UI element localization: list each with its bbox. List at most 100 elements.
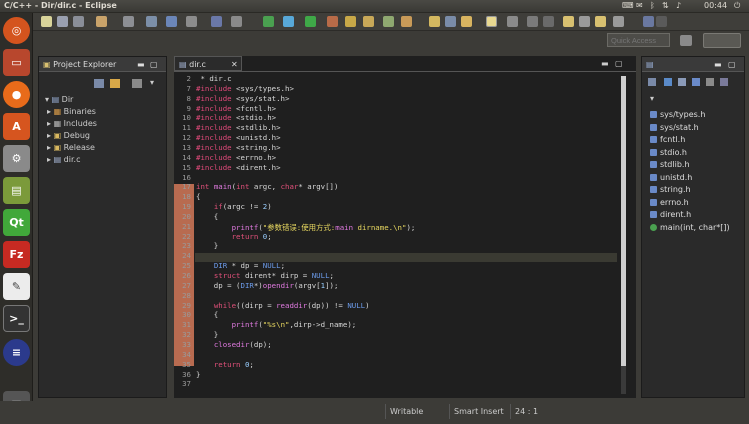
cpp-perspective-button[interactable] [703, 33, 741, 48]
hide-static-icon[interactable] [678, 78, 686, 86]
tree-item-debug[interactable]: ▸ ▣ Debug [47, 131, 90, 140]
code-line[interactable]: #include <fcntl.h> [196, 104, 276, 114]
hide-macros-icon[interactable] [720, 78, 728, 86]
code-line[interactable]: { [196, 212, 218, 222]
quick-access-input[interactable] [607, 33, 670, 47]
code-area[interactable]: 2 * dir.c 7 #include <sys/types.h> 8 #includ… [174, 74, 619, 394]
tree-item-dir-c[interactable]: ▸ ▤ dir.c [47, 155, 80, 164]
outline-item[interactable]: fcntl.h [660, 135, 685, 144]
book-icon[interactable]: ▤ [3, 177, 30, 204]
tree-root[interactable]: ▾ ▤ Dir [45, 95, 73, 104]
link-editor-icon[interactable] [110, 79, 120, 88]
terminal-tool-icon[interactable] [231, 16, 242, 27]
navigate-icon[interactable] [166, 16, 177, 27]
run-icon[interactable] [305, 16, 316, 27]
new-class-icon[interactable] [345, 16, 356, 27]
maximize-icon[interactable]: ▢ [615, 59, 623, 68]
coverage-icon[interactable] [263, 16, 274, 27]
save-all-icon[interactable] [73, 16, 84, 27]
scrollbar-thumb[interactable] [621, 76, 626, 366]
keyboard-icon[interactable]: ⌨ [622, 1, 634, 10]
forward-icon[interactable] [595, 16, 606, 27]
search-files-icon[interactable] [445, 16, 456, 27]
brush-icon[interactable] [461, 16, 472, 27]
new-folder-icon[interactable] [363, 16, 374, 27]
code-line[interactable]: printf("%s\n",dirp->d_name); [196, 320, 357, 330]
software-center-icon[interactable]: A [3, 113, 30, 140]
bluetooth-icon[interactable]: ᛒ [650, 1, 655, 10]
code-line[interactable]: while((dirp = readdir(dp)) != NULL) [196, 301, 370, 311]
view-menu-icon[interactable] [132, 79, 142, 88]
outline-item[interactable]: unistd.h [660, 173, 692, 182]
hide-includes-icon[interactable] [706, 78, 714, 86]
new-icon[interactable] [41, 16, 52, 27]
open-folder-icon[interactable] [401, 16, 412, 27]
save-icon[interactable] [57, 16, 68, 27]
mail-icon[interactable]: ✉ [636, 1, 643, 10]
outline-item[interactable]: stdlib.h [660, 160, 690, 169]
terminal-icon[interactable]: >_ [3, 305, 30, 332]
sort-icon[interactable] [648, 78, 656, 86]
outline-item[interactable]: dirent.h [660, 210, 691, 219]
code-line[interactable]: dp = (DIR*)opendir(argv[1]); [196, 281, 339, 291]
outline-item[interactable]: sys/types.h [660, 110, 705, 119]
chevron-down-icon[interactable]: ▾ [150, 78, 154, 87]
back-dropdown-icon[interactable] [579, 16, 590, 27]
eclipse-icon[interactable]: ≡ [3, 339, 30, 366]
external-tools-icon[interactable] [327, 16, 338, 27]
outline-item[interactable]: stdio.h [660, 148, 687, 157]
search-icon[interactable] [146, 16, 157, 27]
code-line[interactable]: #include <unistd.h> [196, 133, 281, 143]
qt-icon[interactable]: Qt [3, 209, 30, 236]
code-line[interactable]: if(argc != 2) [196, 202, 272, 212]
files-icon[interactable]: ▭ [3, 49, 30, 76]
code-line[interactable]: int main(int argc, char* argv[]) [196, 182, 338, 192]
tree-item-includes[interactable]: ▸ ▦ Includes [47, 119, 97, 128]
open-type-icon[interactable] [186, 16, 197, 27]
code-editor[interactable]: ▤ dir.c ✕ ▬ ▢ 2 * dir.c 7 #include <sys/ty… [174, 56, 636, 398]
highlight-icon[interactable] [486, 16, 497, 27]
code-line[interactable]: DIR * dp = NULL; [196, 261, 285, 271]
new-source-icon[interactable] [383, 16, 394, 27]
code-line[interactable]: printf("参数错误:使用方式:main dirname.\n"); [196, 222, 416, 232]
clock[interactable]: 00:44 [704, 1, 727, 10]
power-icon[interactable]: ⏻ [734, 1, 740, 11]
forward-dropdown-icon[interactable] [613, 16, 624, 27]
code-line[interactable]: return 0; [196, 360, 254, 370]
network-icon[interactable]: ⇅ [662, 1, 669, 10]
volume-icon[interactable]: ♪ [676, 1, 681, 10]
code-line[interactable]: #include <dirent.h> [196, 163, 281, 173]
outline-tab[interactable]: ▤ ▬ ▢ [642, 57, 744, 72]
code-line[interactable]: #include <errno.h> [196, 153, 276, 163]
toolbar-chevron-icon[interactable] [656, 16, 667, 27]
text-editor-icon[interactable]: ✎ [3, 273, 30, 300]
code-line[interactable]: #include <stdlib.h> [196, 123, 281, 133]
dash-icon[interactable]: ◎ [3, 17, 30, 44]
close-icon[interactable]: ✕ [231, 60, 238, 69]
maximize-icon[interactable]: ▢ [150, 60, 158, 69]
outline-item[interactable]: string.h [660, 185, 691, 194]
filezilla-icon[interactable]: Fz [3, 241, 30, 268]
chevron-down-icon[interactable]: ▾ [650, 94, 654, 103]
outline-item[interactable]: main(int, char*[]) [660, 223, 730, 232]
editor-tab-dir-c[interactable]: ▤ dir.c ✕ [174, 56, 242, 71]
minimize-icon[interactable]: ▬ [601, 59, 609, 68]
outline-item[interactable]: errno.h [660, 198, 689, 207]
tree-item-release[interactable]: ▸ ▣ Release [47, 143, 95, 152]
open-file-icon[interactable] [429, 16, 440, 27]
open-perspective-icon[interactable] [680, 35, 692, 46]
build-icon[interactable] [96, 16, 107, 27]
firefox-icon[interactable]: ● [3, 81, 30, 108]
task-icon[interactable] [211, 16, 222, 27]
code-line[interactable]: { [196, 310, 218, 320]
code-line[interactable]: { [196, 192, 200, 202]
minimize-icon[interactable]: ▬ [137, 60, 145, 69]
last-edit-icon[interactable] [543, 16, 554, 27]
project-explorer-tab[interactable]: ▣ Project Explorer ▬ ▢ [39, 57, 166, 72]
code-line[interactable]: closedir(dp); [196, 340, 272, 350]
code-line[interactable]: #include <sys/stat.h> [196, 94, 289, 104]
code-line[interactable]: #include <stdio.h> [196, 113, 276, 123]
code-line[interactable]: #include <sys/types.h> [196, 84, 294, 94]
settings-gear-icon[interactable] [123, 16, 134, 27]
outline-item[interactable]: sys/stat.h [660, 123, 699, 132]
